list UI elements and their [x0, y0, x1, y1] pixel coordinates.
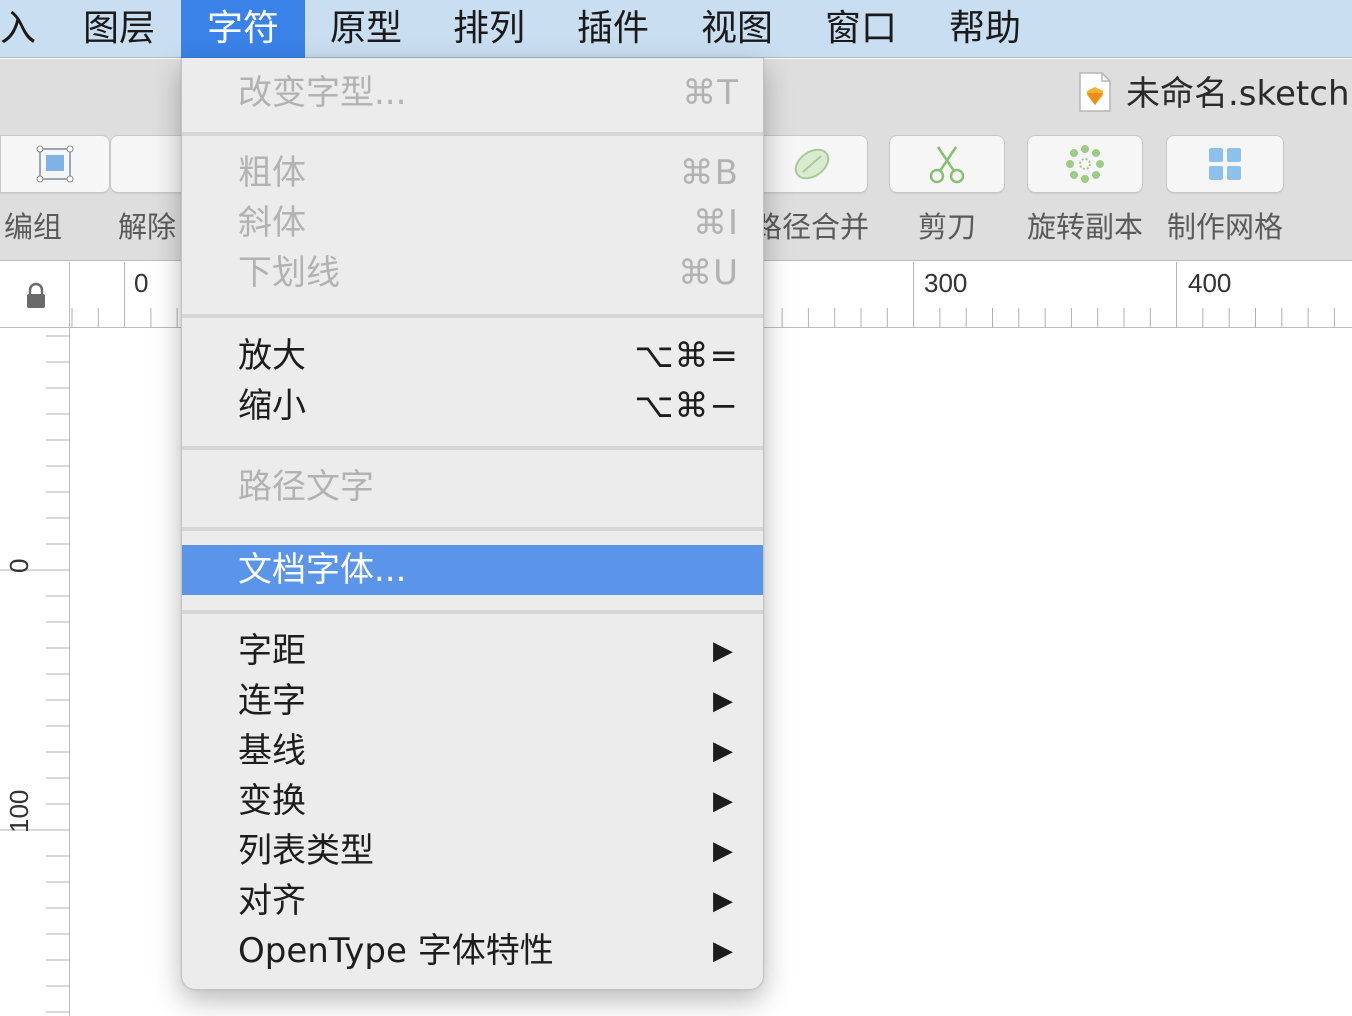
- menu-separator: [182, 132, 763, 136]
- italic-shortcut: ⌘I: [692, 203, 739, 243]
- menu-item-change-font[interactable]: 改变字型... ⌘T: [182, 68, 763, 118]
- menu-separator: [182, 527, 763, 531]
- path-combine-icon: [794, 148, 830, 180]
- underline-label: 下划线: [238, 253, 340, 293]
- group-icon: [36, 145, 74, 183]
- ungroup-label: 解除: [118, 210, 177, 244]
- ruler-label-400: 400: [1188, 268, 1232, 298]
- document-title: 未命名.sketch: [1126, 74, 1350, 114]
- menu-text[interactable]: 字符: [181, 0, 305, 58]
- rotate-copies-label: 旋转副本: [1026, 210, 1143, 244]
- transform-label: 变换: [238, 781, 306, 821]
- submenu-arrow-icon: ▶: [713, 936, 733, 966]
- bold-shortcut: ⌘B: [679, 153, 739, 193]
- submenu-arrow-icon: ▶: [713, 786, 733, 816]
- list-type-label: 列表类型: [238, 831, 374, 871]
- text-on-path-label: 路径文字: [238, 467, 374, 507]
- menu-help[interactable]: 帮助: [924, 0, 1046, 58]
- ruler-label-v-100: 100: [4, 789, 34, 833]
- submenu-arrow-icon: ▶: [713, 886, 733, 916]
- make-grid-icon: [1209, 148, 1241, 180]
- make-grid-label: 制作网格: [1166, 210, 1283, 244]
- kerning-label: 字距: [238, 631, 306, 671]
- group-button[interactable]: [0, 135, 110, 193]
- bold-label: 粗体: [238, 153, 306, 193]
- menu-separator: [182, 610, 763, 614]
- change-font-label: 改变字型...: [238, 73, 407, 113]
- scissors-icon: [929, 146, 965, 184]
- ruler-label-300: 300: [924, 268, 968, 298]
- menu-bar: 入 图层 字符 原型 排列 插件 视图 窗口 帮助: [0, 0, 1352, 58]
- make-grid-button[interactable]: [1166, 135, 1284, 193]
- submenu-arrow-icon: ▶: [713, 686, 733, 716]
- change-font-shortcut: ⌘T: [682, 73, 739, 113]
- menu-separator: [182, 446, 763, 450]
- zoom-in-label: 放大: [238, 336, 306, 376]
- menu-item-baseline[interactable]: 基线 ▶: [182, 726, 763, 776]
- menu-item-alignment[interactable]: 对齐 ▶: [182, 876, 763, 926]
- menu-item-bold[interactable]: 粗体 ⌘B: [182, 148, 763, 198]
- menu-view[interactable]: 视图: [676, 0, 798, 58]
- italic-label: 斜体: [238, 203, 306, 243]
- menu-item-document-fonts[interactable]: 文档字体...: [182, 545, 763, 595]
- submenu-arrow-icon: ▶: [713, 636, 733, 666]
- menu-item-underline[interactable]: 下划线 ⌘U: [182, 248, 763, 298]
- submenu-arrow-icon: ▶: [713, 736, 733, 766]
- menu-prototype[interactable]: 原型: [305, 0, 427, 58]
- rotate-copies-button[interactable]: [1027, 135, 1143, 193]
- zoom-out-label: 缩小: [238, 386, 306, 426]
- menu-item-opentype-features[interactable]: OpenType 字体特性 ▶: [182, 926, 763, 976]
- menu-layer[interactable]: 图层: [58, 0, 180, 58]
- menu-item-list-type[interactable]: 列表类型 ▶: [182, 826, 763, 876]
- sketch-document-icon: [1079, 72, 1111, 112]
- menu-item-ligatures[interactable]: 连字 ▶: [182, 676, 763, 726]
- ligatures-label: 连字: [238, 681, 306, 721]
- path-combine-button[interactable]: [752, 135, 868, 193]
- opentype-label: OpenType 字体特性: [238, 931, 554, 971]
- ruler-label-v-0: 0: [4, 558, 34, 573]
- path-combine-label: 路径合并: [752, 210, 869, 244]
- baseline-label: 基线: [238, 731, 306, 771]
- menu-insert[interactable]: 入: [0, 0, 40, 58]
- menu-item-italic[interactable]: 斜体 ⌘I: [182, 198, 763, 248]
- text-menu-dropdown: 改变字型... ⌘T 粗体 ⌘B 斜体 ⌘I 下划线 ⌘U 放大 ⌥⌘= 缩小 …: [181, 58, 764, 990]
- scissors-button[interactable]: [889, 135, 1005, 193]
- menu-item-text-on-path[interactable]: 路径文字: [182, 462, 763, 512]
- menu-item-kerning[interactable]: 字距 ▶: [182, 626, 763, 676]
- menu-separator: [182, 314, 763, 318]
- menu-plugins[interactable]: 插件: [552, 0, 674, 58]
- menu-arrange[interactable]: 排列: [428, 0, 550, 58]
- alignment-label: 对齐: [238, 881, 306, 921]
- menu-item-zoom-in[interactable]: 放大 ⌥⌘=: [182, 331, 763, 381]
- document-fonts-label: 文档字体...: [238, 550, 407, 590]
- underline-shortcut: ⌘U: [678, 253, 739, 293]
- menu-item-transform[interactable]: 变换 ▶: [182, 776, 763, 826]
- menu-window[interactable]: 窗口: [800, 0, 922, 58]
- ungroup-icon: [132, 141, 178, 187]
- vertical-ruler[interactable]: 0 100: [0, 328, 70, 1016]
- rotate-copies-icon: [1066, 145, 1104, 183]
- submenu-arrow-icon: ▶: [713, 836, 733, 866]
- group-label: 编组: [4, 210, 63, 244]
- menu-item-zoom-out[interactable]: 缩小 ⌥⌘−: [182, 381, 763, 431]
- scissors-label: 剪刀: [917, 210, 976, 244]
- zoom-out-shortcut: ⌥⌘−: [634, 386, 739, 426]
- vertical-ruler-ticks: [0, 335, 70, 1013]
- zoom-in-shortcut: ⌥⌘=: [634, 336, 739, 376]
- ruler-label-0: 0: [134, 268, 149, 298]
